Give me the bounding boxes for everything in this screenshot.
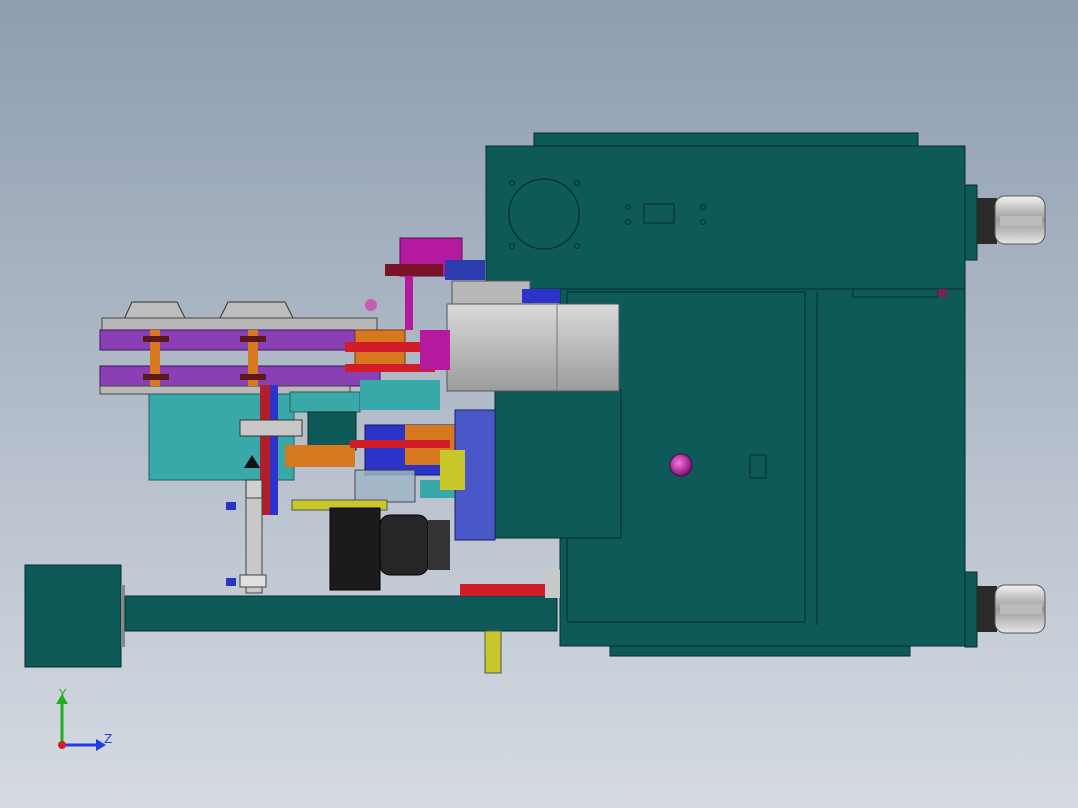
caster-wheel-icon	[964, 571, 1046, 648]
caster-wheel-icon	[964, 184, 1046, 261]
indicator-slot	[749, 454, 767, 479]
cabinet-side-bar	[852, 288, 939, 298]
pneumatic-cylinder[interactable]	[226, 497, 267, 594]
cabinet-bottom-lip	[609, 645, 911, 657]
cad-assembly-drawing[interactable]: Y Z	[0, 0, 1078, 808]
triad-y-label: Y	[58, 687, 67, 701]
triad-z-label: Z	[104, 732, 112, 746]
cabinet-upper-housing	[485, 145, 966, 290]
horizontal-arm[interactable]	[24, 564, 560, 674]
feed-rails[interactable]	[99, 301, 386, 395]
cad-viewport[interactable]: Y Z	[0, 0, 1078, 808]
triad-x-origin	[58, 741, 66, 749]
emergency-knob	[669, 453, 693, 477]
front-panel	[494, 389, 622, 539]
coordinate-triad: Y Z	[56, 687, 112, 751]
cabinet-top-lip	[533, 132, 919, 147]
geared-motor[interactable]	[329, 507, 450, 591]
